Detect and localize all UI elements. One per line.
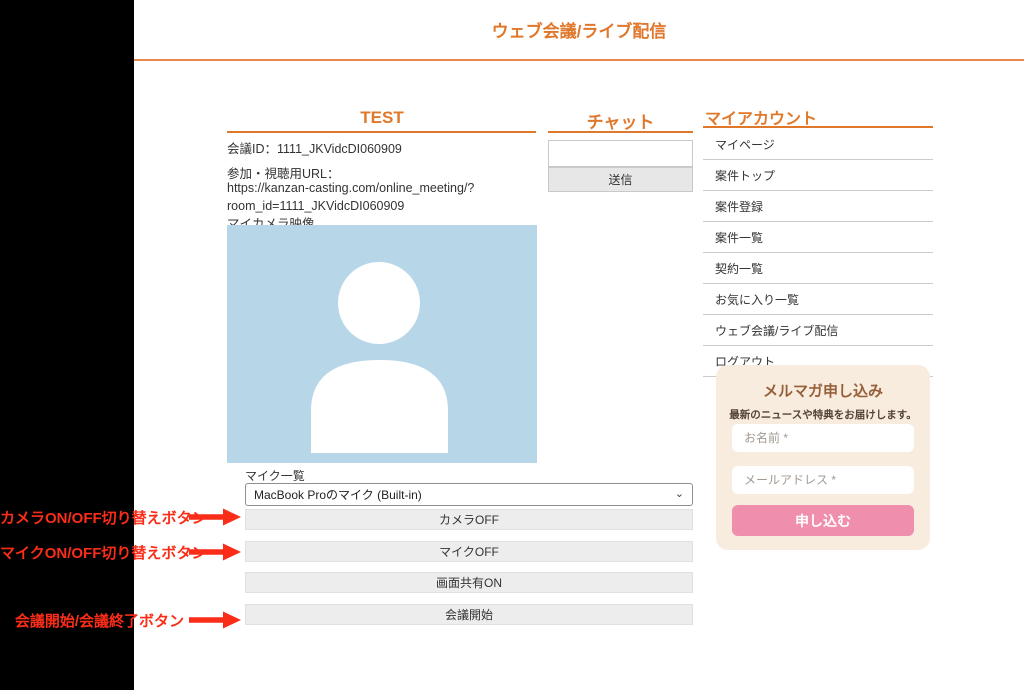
- newsletter-submit-button[interactable]: 申し込む: [732, 505, 914, 536]
- meeting-id-text: 会議ID：1111_JKVidcDI060909: [227, 138, 402, 157]
- menu-item-case-register[interactable]: 案件登録: [703, 191, 933, 222]
- menu-item-web-meeting[interactable]: ウェブ会議/ライブ配信: [703, 315, 933, 346]
- my-account-underline: [703, 126, 933, 128]
- meeting-title-underline: [227, 131, 536, 133]
- chat-title-underline: [548, 131, 693, 133]
- web-meeting-page: ウェブ会議/ライブ配信 TEST 会議ID：1111_JKVidcDI06090…: [0, 0, 1024, 690]
- mic-select[interactable]: MacBook Proのマイク (Built-in) ⌄: [245, 483, 693, 506]
- menu-item-case-top[interactable]: 案件トップ: [703, 160, 933, 191]
- menu-item-favorites-list[interactable]: お気に入り一覧: [703, 284, 933, 315]
- join-url-label: 参加・視聴用URL：: [227, 163, 340, 182]
- meeting-title: TEST: [227, 108, 537, 128]
- newsletter-signup-box: メルマガ申し込み 最新のニュースや特典をお届けします。 申し込む: [716, 365, 930, 550]
- menu-item-mypage[interactable]: マイページ: [703, 129, 933, 160]
- annotation-meeting-start-end-label: 会議開始/会議終了ボタン: [0, 610, 184, 631]
- red-arrow-icon: [189, 508, 241, 526]
- my-camera-video-placeholder: [227, 225, 537, 463]
- annotation-camera-toggle: カメラON/OFF切り替えボタン: [0, 507, 241, 527]
- chat-send-button[interactable]: 送信: [548, 167, 693, 192]
- page-header: ウェブ会議/ライブ配信: [134, 0, 1024, 60]
- annotation-mic-toggle-label: マイクON/OFF切り替えボタン: [0, 542, 184, 563]
- mic-off-button[interactable]: マイクOFF: [245, 541, 693, 562]
- newsletter-name-field[interactable]: [732, 424, 914, 452]
- menu-item-case-list[interactable]: 案件一覧: [703, 222, 933, 253]
- mic-list-label: マイク一覧: [245, 467, 305, 484]
- newsletter-email-field[interactable]: [732, 466, 914, 494]
- join-url-line1: https://kanzan-casting.com/online_meetin…: [227, 181, 474, 195]
- page-title: ウェブ会議/ライブ配信: [134, 17, 1024, 42]
- chat-message-input[interactable]: [548, 140, 693, 167]
- person-silhouette-icon: [227, 225, 537, 463]
- join-url-line2: room_id=1111_JKVidcDI060909: [227, 199, 404, 213]
- left-black-bar: [0, 0, 134, 690]
- camera-off-button[interactable]: カメラOFF: [245, 509, 693, 530]
- newsletter-title: メルマガ申し込み: [716, 380, 930, 401]
- screen-share-on-button[interactable]: 画面共有ON: [245, 572, 693, 593]
- annotation-meeting-start-end: 会議開始/会議終了ボタン: [0, 610, 241, 630]
- annotation-camera-toggle-label: カメラON/OFF切り替えボタン: [0, 507, 184, 528]
- newsletter-subtitle: 最新のニュースや特典をお届けします。: [716, 407, 930, 422]
- menu-item-contract-list[interactable]: 契約一覧: [703, 253, 933, 284]
- red-arrow-icon: [189, 543, 241, 561]
- chat-title: チャット: [548, 108, 693, 133]
- annotation-mic-toggle: マイクON/OFF切り替えボタン: [0, 542, 241, 562]
- chevron-down-icon: ⌄: [675, 489, 684, 500]
- red-arrow-icon: [189, 611, 241, 629]
- meeting-start-button[interactable]: 会議開始: [245, 604, 693, 625]
- account-menu: マイページ 案件トップ 案件登録 案件一覧 契約一覧 お気に入り一覧 ウェブ会議…: [703, 129, 933, 377]
- mic-select-value: MacBook Proのマイク (Built-in): [254, 486, 675, 503]
- header-divider: [134, 59, 1024, 61]
